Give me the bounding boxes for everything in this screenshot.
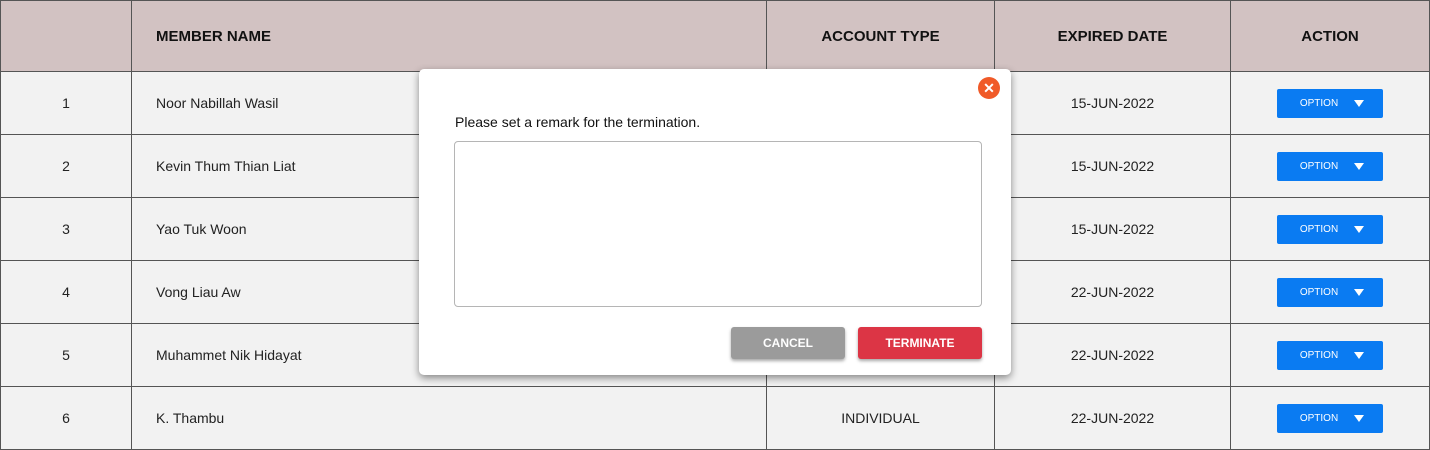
option-label: OPTION <box>1299 286 1339 298</box>
terminate-button[interactable]: TERMINATE <box>858 327 982 359</box>
column-header-action: ACTION <box>1230 0 1430 72</box>
expired-date: 15-JUN-2022 <box>994 71 1231 135</box>
option-dropdown-button[interactable]: OPTION <box>1277 277 1383 307</box>
option-dropdown-button[interactable]: OPTION <box>1277 403 1383 433</box>
column-header-member-name: MEMBER NAME <box>131 0 767 72</box>
column-header-account-type: ACCOUNT TYPE <box>766 0 995 72</box>
expired-date: 22-JUN-2022 <box>994 260 1231 324</box>
member-name: K. Thambu <box>131 386 767 450</box>
action-cell: OPTION <box>1230 260 1430 324</box>
option-label: OPTION <box>1299 349 1339 361</box>
chevron-down-icon <box>1354 162 1365 170</box>
close-icon[interactable]: ✕ <box>978 77 1000 99</box>
expired-date: 15-JUN-2022 <box>994 134 1231 198</box>
action-cell: OPTION <box>1230 71 1430 135</box>
remark-textarea[interactable] <box>454 141 982 307</box>
chevron-down-icon <box>1354 351 1365 359</box>
row-number: 5 <box>0 323 132 387</box>
table-row: 6 K. Thambu INDIVIDUAL 22-JUN-2022 OPTIO… <box>0 386 1430 450</box>
option-dropdown-button[interactable]: OPTION <box>1277 340 1383 370</box>
option-dropdown-button[interactable]: OPTION <box>1277 88 1383 118</box>
chevron-down-icon <box>1354 225 1365 233</box>
expired-date: 15-JUN-2022 <box>994 197 1231 261</box>
row-number: 1 <box>0 71 132 135</box>
chevron-down-icon <box>1354 414 1365 422</box>
option-dropdown-button[interactable]: OPTION <box>1277 214 1383 244</box>
column-header-number <box>0 0 132 72</box>
row-number: 6 <box>0 386 132 450</box>
action-cell: OPTION <box>1230 323 1430 387</box>
action-cell: OPTION <box>1230 197 1430 261</box>
table-header-row: MEMBER NAME ACCOUNT TYPE EXPIRED DATE AC… <box>0 0 1430 72</box>
account-type: INDIVIDUAL <box>766 386 995 450</box>
column-header-expired-date: EXPIRED DATE <box>994 0 1231 72</box>
option-label: OPTION <box>1299 160 1339 172</box>
expired-date: 22-JUN-2022 <box>994 323 1231 387</box>
action-cell: OPTION <box>1230 386 1430 450</box>
option-label: OPTION <box>1299 223 1339 235</box>
action-cell: OPTION <box>1230 134 1430 198</box>
termination-prompt: Please set a remark for the termination. <box>455 114 701 130</box>
chevron-down-icon <box>1354 99 1365 107</box>
option-label: OPTION <box>1299 97 1339 109</box>
expired-date: 22-JUN-2022 <box>994 386 1231 450</box>
option-dropdown-button[interactable]: OPTION <box>1277 151 1383 181</box>
row-number: 4 <box>0 260 132 324</box>
row-number: 2 <box>0 134 132 198</box>
option-label: OPTION <box>1299 412 1339 424</box>
chevron-down-icon <box>1354 288 1365 296</box>
termination-remark-modal: ✕ Please set a remark for the terminatio… <box>419 69 1011 375</box>
row-number: 3 <box>0 197 132 261</box>
cancel-button[interactable]: CANCEL <box>731 327 845 359</box>
